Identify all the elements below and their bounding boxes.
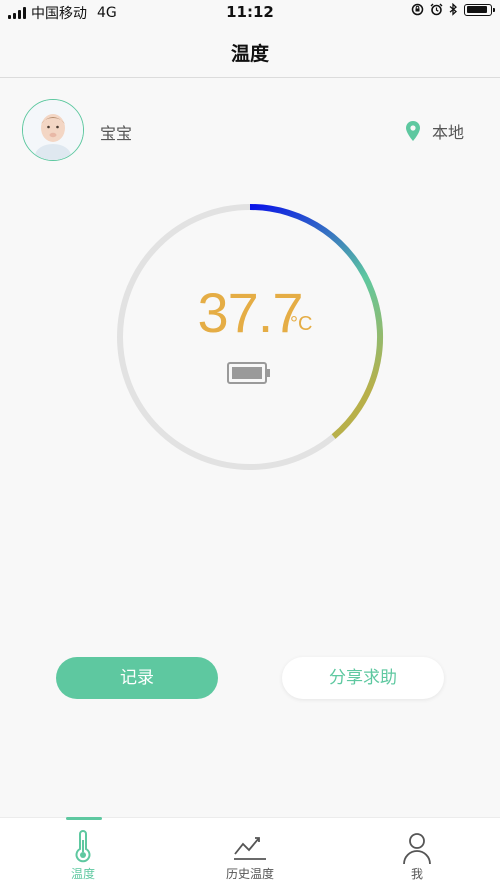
device-battery-icon (227, 362, 270, 384)
trend-chart-icon (234, 837, 266, 860)
bluetooth-icon (449, 3, 457, 16)
thermometer-icon (75, 830, 91, 863)
page-title: 温度 (230, 43, 269, 65)
location-selector[interactable]: 本地 (405, 119, 464, 143)
alarm-icon (430, 3, 443, 16)
tab-label: 温度 (70, 867, 95, 881)
tab-temperature[interactable]: 温度 (0, 817, 166, 889)
baby-name: 宝宝 (100, 124, 133, 143)
tab-history[interactable]: 历史温度 (167, 818, 333, 889)
avatar[interactable] (22, 99, 84, 161)
location-label: 本地 (431, 123, 464, 142)
temperature-unit: °C (290, 313, 313, 335)
record-button[interactable]: 记录 (56, 657, 218, 699)
rotation-lock-icon (411, 3, 424, 16)
tab-label: 我 (410, 867, 423, 881)
tab-me[interactable]: 我 (334, 818, 500, 889)
status-right (411, 3, 495, 16)
nav-bar: 温度 (0, 26, 500, 78)
person-icon (403, 833, 431, 864)
tab-bar: 温度 历史温度 我 (0, 817, 500, 889)
share-help-button[interactable]: 分享求助 (282, 657, 444, 699)
tab-label: 历史温度 (225, 867, 274, 881)
active-tab-indicator (66, 817, 102, 820)
temperature-value: 37.7 (0, 280, 500, 345)
baby-photo (23, 100, 83, 160)
location-pin-icon (405, 121, 420, 141)
temperature-number: 37.7 (197, 281, 304, 344)
battery-icon (464, 3, 495, 16)
status-bar: 中国移动 4G 11:12 (0, 0, 500, 26)
